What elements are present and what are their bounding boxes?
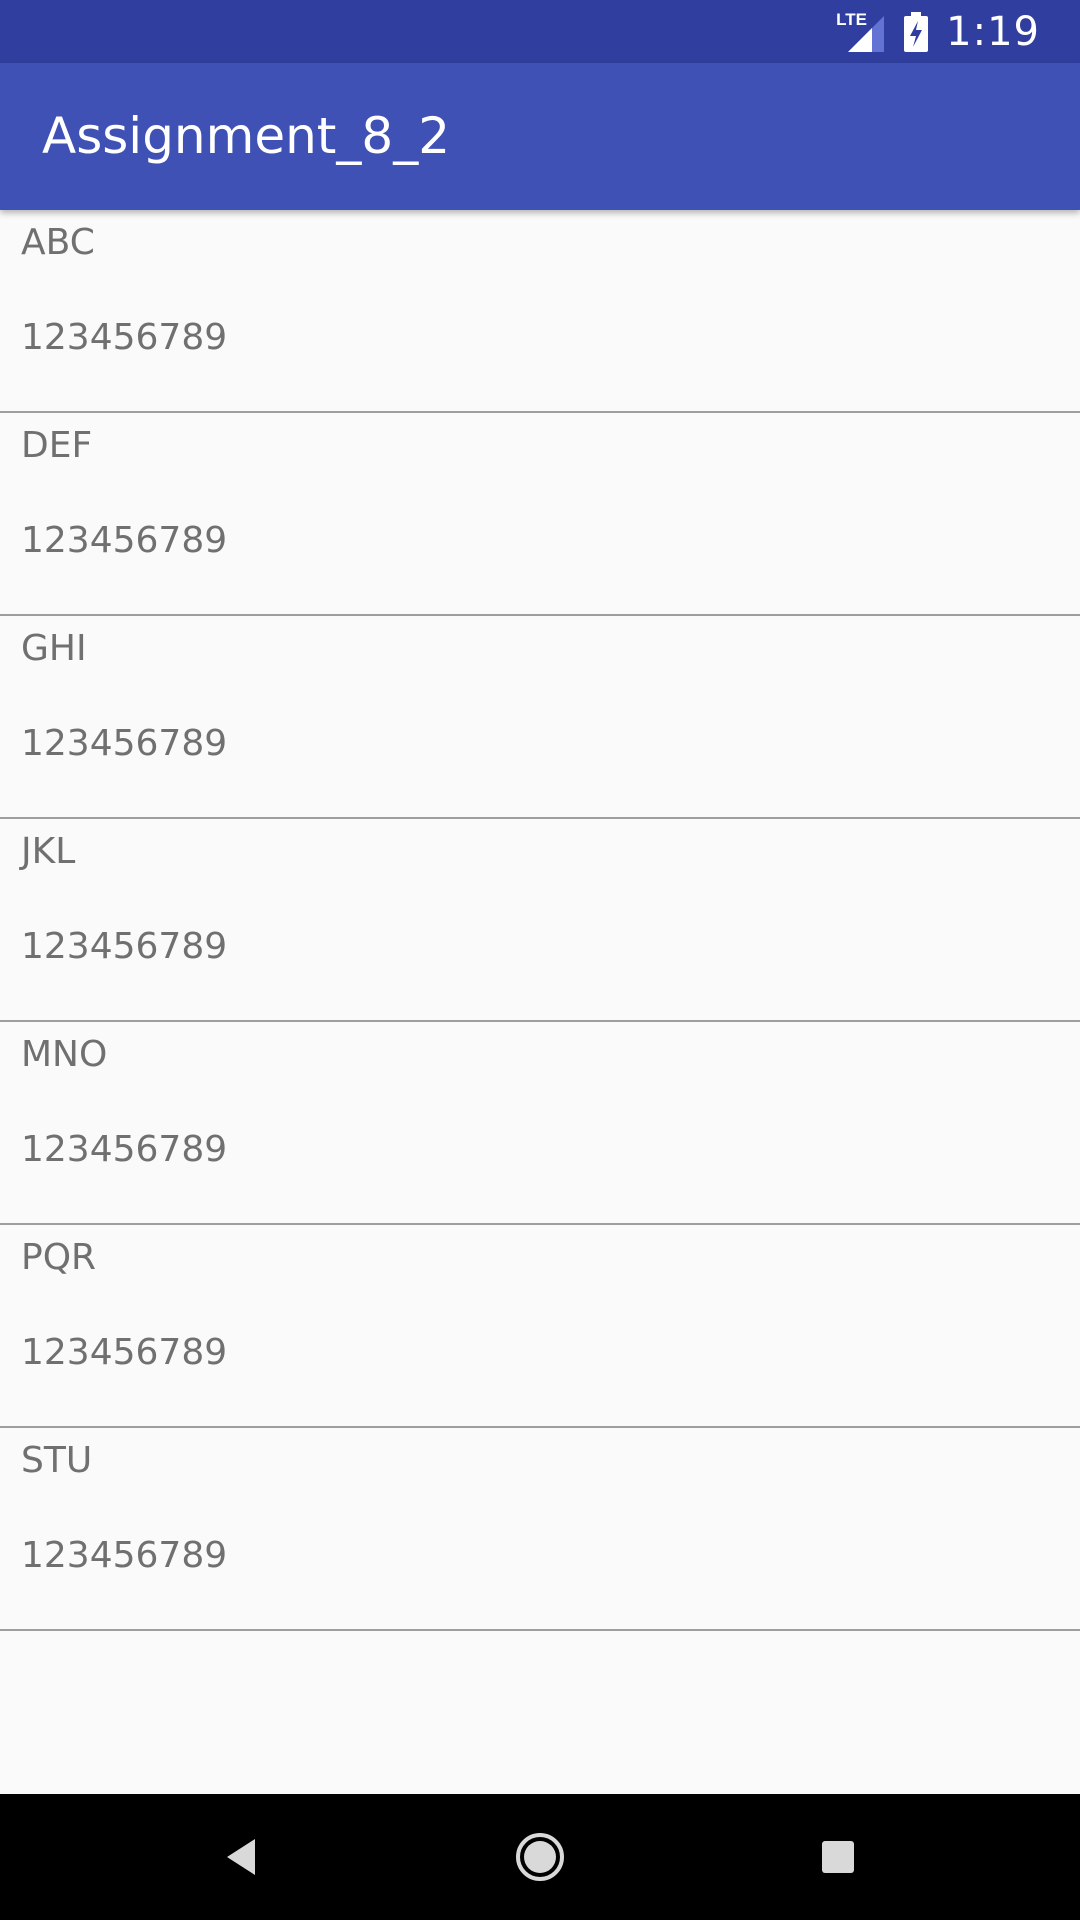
back-icon	[227, 1839, 255, 1875]
list-item[interactable]: STU 123456789	[0, 1428, 1080, 1631]
contact-name: JKL	[21, 831, 76, 872]
home-icon	[516, 1833, 564, 1881]
list-item[interactable]: MNO 123456789	[0, 1022, 1080, 1225]
contact-name: DEF	[21, 425, 93, 466]
contact-number: 123456789	[21, 723, 228, 764]
status-bar: LTE 1:19	[0, 0, 1080, 63]
contact-list[interactable]: ABC 123456789 DEF 123456789 GHI 12345678…	[0, 210, 1080, 1631]
contact-number: 123456789	[21, 926, 228, 967]
battery-charging-icon	[904, 11, 929, 52]
contact-name: ABC	[21, 222, 95, 263]
home-button[interactable]	[480, 1794, 600, 1920]
contact-name: STU	[21, 1440, 93, 1481]
contact-name: GHI	[21, 628, 87, 669]
back-button[interactable]	[181, 1794, 301, 1920]
app-bar: Assignment_8_2	[0, 63, 1080, 210]
list-item[interactable]: JKL 123456789	[0, 819, 1080, 1022]
contact-number: 123456789	[21, 1332, 228, 1373]
status-time: 1:19	[946, 8, 1040, 55]
navigation-bar	[0, 1794, 1080, 1920]
list-item[interactable]: PQR 123456789	[0, 1225, 1080, 1428]
contact-number: 123456789	[21, 520, 228, 561]
contact-number: 123456789	[21, 1129, 228, 1170]
recents-button[interactable]	[778, 1794, 898, 1920]
list-item[interactable]: ABC 123456789	[0, 210, 1080, 413]
status-icons: LTE 1:19	[836, 0, 1040, 63]
contact-name: MNO	[21, 1034, 108, 1075]
contact-number: 123456789	[21, 317, 228, 358]
contact-number: 123456789	[21, 1535, 228, 1576]
contact-name: PQR	[21, 1237, 97, 1278]
app-title: Assignment_8_2	[42, 107, 451, 165]
list-item[interactable]: GHI 123456789	[0, 616, 1080, 819]
recents-icon	[822, 1841, 854, 1873]
list-item[interactable]: DEF 123456789	[0, 413, 1080, 616]
signal-icon: LTE	[836, 10, 886, 52]
